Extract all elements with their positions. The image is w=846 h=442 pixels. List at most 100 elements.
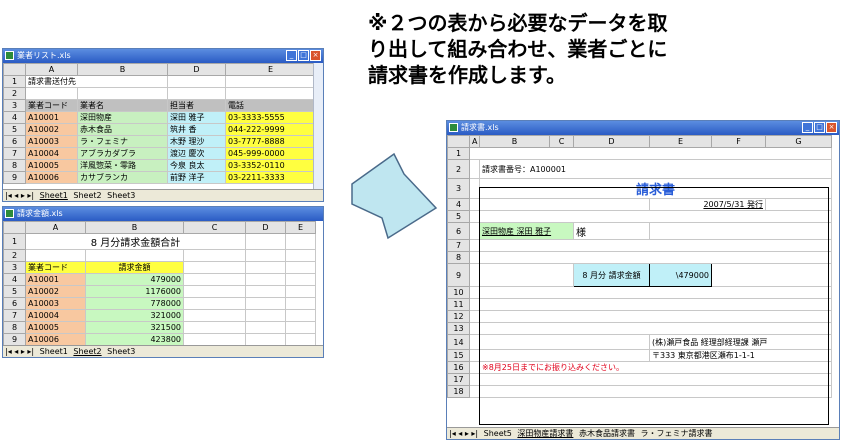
amount-value[interactable]: \479000 [649,263,712,287]
cell[interactable]: 479000 [85,273,184,286]
tab-sheet2[interactable]: Sheet2 [73,191,101,200]
cell[interactable]: A10005 [25,159,78,172]
cell[interactable]: 03-3352-0110 [225,159,316,172]
issuer[interactable]: (株)瀬戸食品 経理部経理課 瀬戸 [649,334,832,350]
row-header[interactable]: 9 [3,333,26,346]
cell[interactable]: A10006 [25,171,78,184]
row-header[interactable]: 17 [447,373,470,386]
cell[interactable]: 778000 [85,297,184,310]
row-header[interactable]: 1 [3,233,26,250]
row-header[interactable]: 9 [3,171,26,184]
cell[interactable]: 筑井 香 [167,123,226,136]
cell[interactable]: A10004 [25,309,86,322]
tab-sheet5[interactable]: Sheet5 [484,429,512,438]
row-header[interactable]: 1 [447,147,470,160]
cell[interactable]: カサブランカ [77,171,168,184]
tab-sheet1[interactable]: Sheet1 [40,191,68,200]
row-header[interactable]: 5 [3,285,26,298]
row-header[interactable]: 6 [3,135,26,148]
col-header[interactable]: G [765,135,832,148]
minimize-button[interactable]: _ [802,122,813,133]
vertical-scrollbar[interactable] [313,63,323,190]
maximize-button[interactable]: □ [298,50,309,61]
cell[interactable]: 03-7777-8888 [225,135,316,148]
titlebar[interactable]: 業者リスト.xls _ □ × [3,49,323,63]
cell[interactable]: 423800 [85,333,184,346]
col-header[interactable]: C [183,221,246,234]
row-header[interactable]: 5 [3,123,26,136]
cell[interactable]: A10004 [25,147,78,160]
cell[interactable]: 深田物産 [77,111,168,124]
row-header[interactable]: 6 [447,222,470,240]
cell[interactable]: 深田 雅子 [167,111,226,124]
cell[interactable]: 03-3333-5555 [225,111,316,124]
tab-invoice-1[interactable]: 深田物産請求書 [517,429,573,438]
row-header[interactable]: 2 [3,249,26,262]
issue-date[interactable]: 2007/5/31 発行 [649,198,766,211]
tab-sheet1[interactable]: Sheet1 [40,347,68,356]
cell[interactable]: A10002 [25,285,86,298]
row-header[interactable]: 15 [447,349,470,362]
row-header[interactable]: 14 [447,334,470,350]
cell[interactable]: 請求書送付先 [25,75,168,88]
col-header[interactable]: C [549,135,574,148]
invoice-heading[interactable]: 請求書 [479,178,832,199]
address[interactable]: 〒333 東京都港区瀬布1-1-1 [649,349,832,362]
cell[interactable]: 03-2211-3333 [225,171,316,184]
titlebar[interactable]: 請求金額.xls [3,207,323,221]
tab-nav-arrows[interactable]: |◂ ◂ ▸ ▸| [449,429,478,438]
honorific[interactable]: 様 [573,222,650,240]
row-header[interactable]: 13 [447,322,470,335]
cell[interactable]: 今泉 良太 [167,159,226,172]
cell[interactable]: 321500 [85,321,184,334]
cell[interactable]: 木野 理沙 [167,135,226,148]
row-header[interactable]: 1 [3,75,26,88]
col-header[interactable]: D [573,135,650,148]
col-header[interactable]: B [85,221,184,234]
close-button[interactable]: × [826,122,837,133]
col-header[interactable]: E [649,135,712,148]
cell[interactable]: 044-222-9999 [225,123,316,136]
recipient-name[interactable]: 深田物産 深田 雅子 [479,222,574,240]
row-header[interactable]: 4 [3,273,26,286]
row-header[interactable]: 3 [447,178,470,199]
cell[interactable]: 1176000 [85,285,184,298]
deadline-note[interactable]: ※8月25日までにお振り込みください。 [479,361,832,374]
tab-invoice-2[interactable]: 赤木食品請求書 [579,429,635,438]
row-header[interactable]: 8 [3,321,26,334]
row-header[interactable]: 3 [3,99,26,112]
cell[interactable]: A10001 [25,111,78,124]
cell[interactable]: A10001 [25,273,86,286]
col-header[interactable]: F [711,135,766,148]
row-header[interactable]: 4 [3,111,26,124]
tab-nav-arrows[interactable]: |◂ ◂ ▸ ▸| [5,191,34,200]
tab-sheet2[interactable]: Sheet2 [73,347,101,356]
row-header[interactable]: 18 [447,385,470,398]
row-header[interactable]: 3 [3,261,26,274]
row-header[interactable]: 2 [447,159,470,179]
row-header[interactable]: 6 [3,297,26,310]
titlebar[interactable]: 請求書.xls _ □ × [447,121,839,135]
cell[interactable]: 321000 [85,309,184,322]
cell[interactable]: 洋風惣菜・零路 [77,159,168,172]
cell[interactable]: 8 月分請求金額合計 [25,233,246,250]
cell[interactable]: 業者コード [25,261,86,274]
row-header[interactable]: 16 [447,361,470,374]
tab-sheet3[interactable]: Sheet3 [107,347,135,356]
row-header[interactable]: 7 [447,239,470,252]
row-header[interactable]: 2 [3,87,26,100]
row-header[interactable]: 7 [3,147,26,160]
col-header[interactable]: D [245,221,286,234]
tab-sheet3[interactable]: Sheet3 [107,191,135,200]
row-header[interactable]: 5 [447,210,470,223]
cell[interactable]: A10003 [25,297,86,310]
cell[interactable]: A10006 [25,333,86,346]
col-header[interactable]: A [469,135,480,148]
cell[interactable]: 前野 洋子 [167,171,226,184]
maximize-button[interactable]: □ [814,122,825,133]
cell[interactable]: A10005 [25,321,86,334]
cell[interactable]: ラ・フェミナ [77,135,168,148]
invoice-number[interactable]: 請求書番号：A100001 [479,159,832,179]
row-header[interactable]: 12 [447,310,470,323]
col-header[interactable]: E [285,221,316,234]
